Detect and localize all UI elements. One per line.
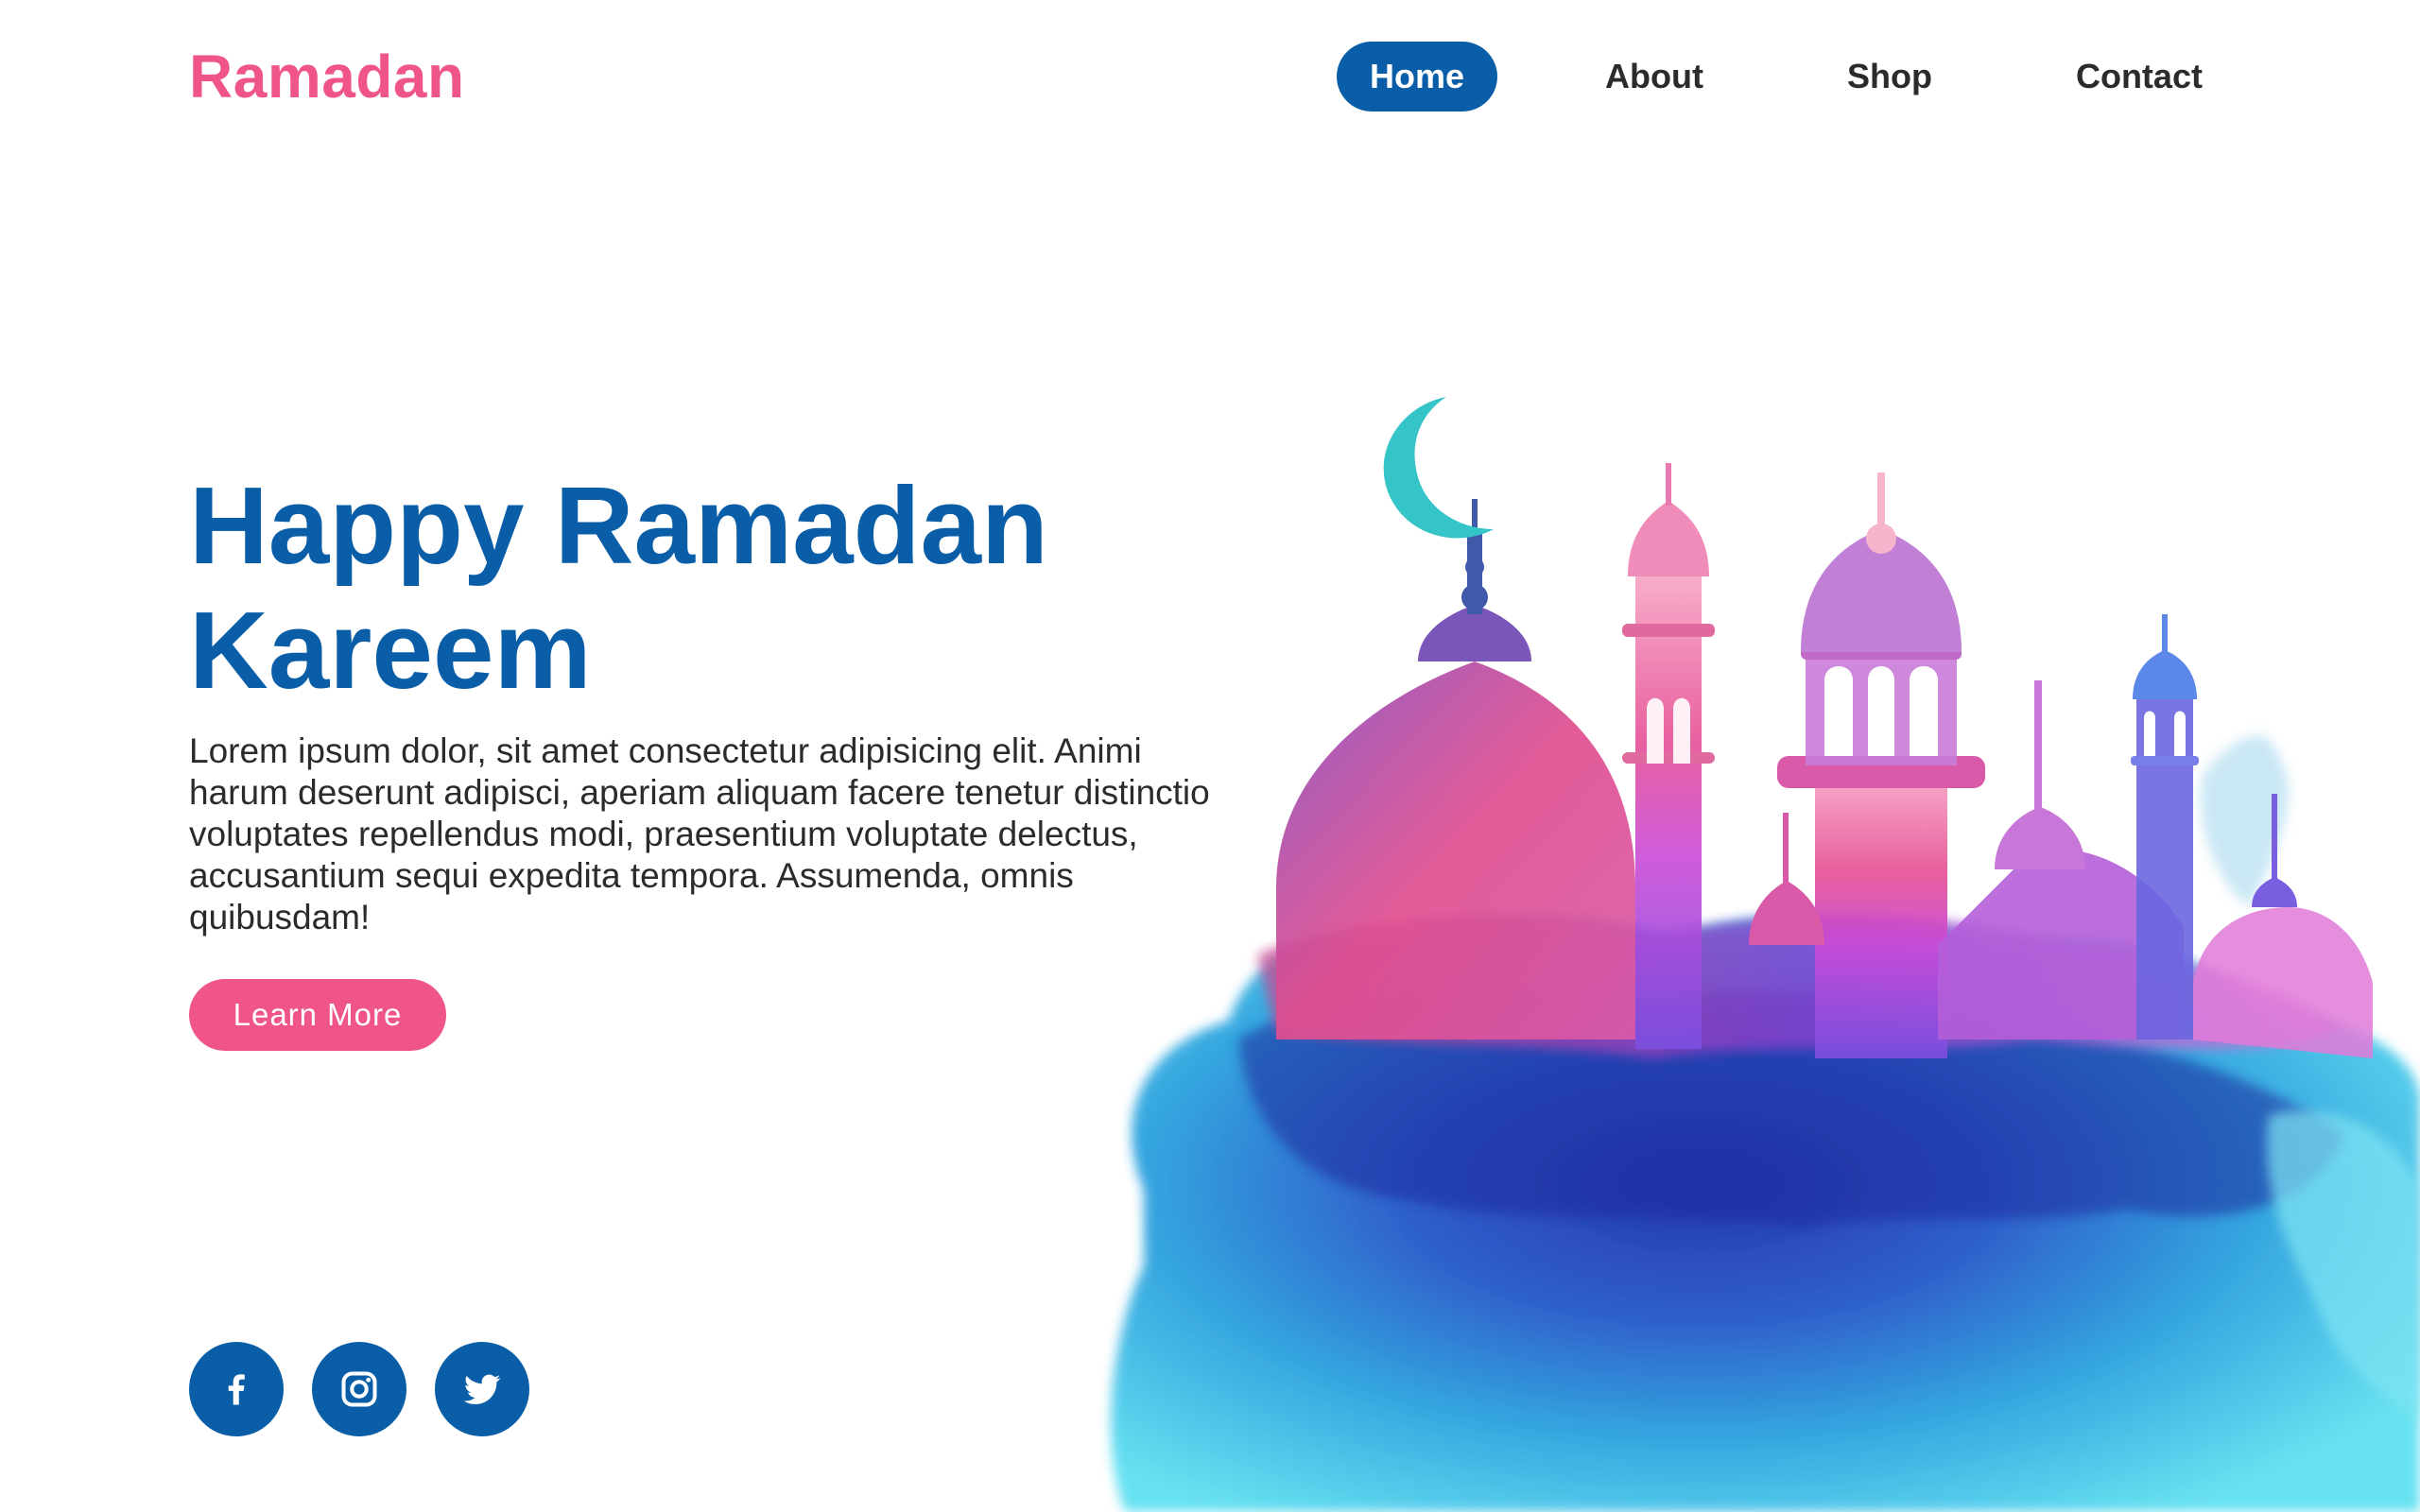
instagram-icon (341, 1371, 377, 1407)
social-links (189, 1342, 558, 1436)
facebook-button[interactable] (189, 1342, 284, 1436)
hero-title-line2: Kareem (189, 589, 592, 712)
nav-home[interactable]: Home (1337, 42, 1497, 112)
nav-about[interactable]: About (1605, 42, 1703, 112)
main-nav: Home About Shop Contact (1337, 42, 2203, 112)
instagram-button[interactable] (312, 1342, 406, 1436)
brand-logo[interactable]: Ramadan (189, 42, 465, 112)
twitter-button[interactable] (435, 1342, 529, 1436)
hero-title-line1: Happy Ramadan (189, 464, 1048, 587)
mosque-silhouette (1276, 463, 2373, 1058)
mosque-illustration (1111, 397, 2420, 1512)
learn-more-button[interactable]: Learn More (189, 979, 446, 1051)
nav-shop[interactable]: Shop (1847, 42, 1932, 112)
landing-page: Ramadan Home About Shop Contact Happy Ra… (0, 0, 2420, 1512)
facebook-icon (228, 1374, 245, 1405)
hero-title: Happy Ramadan Kareem (189, 463, 1229, 713)
twitter-icon (463, 1374, 501, 1404)
hero-description: Lorem ipsum dolor, sit amet consectetur … (189, 731, 1210, 936)
nav-contact[interactable]: Contact (2076, 42, 2203, 112)
